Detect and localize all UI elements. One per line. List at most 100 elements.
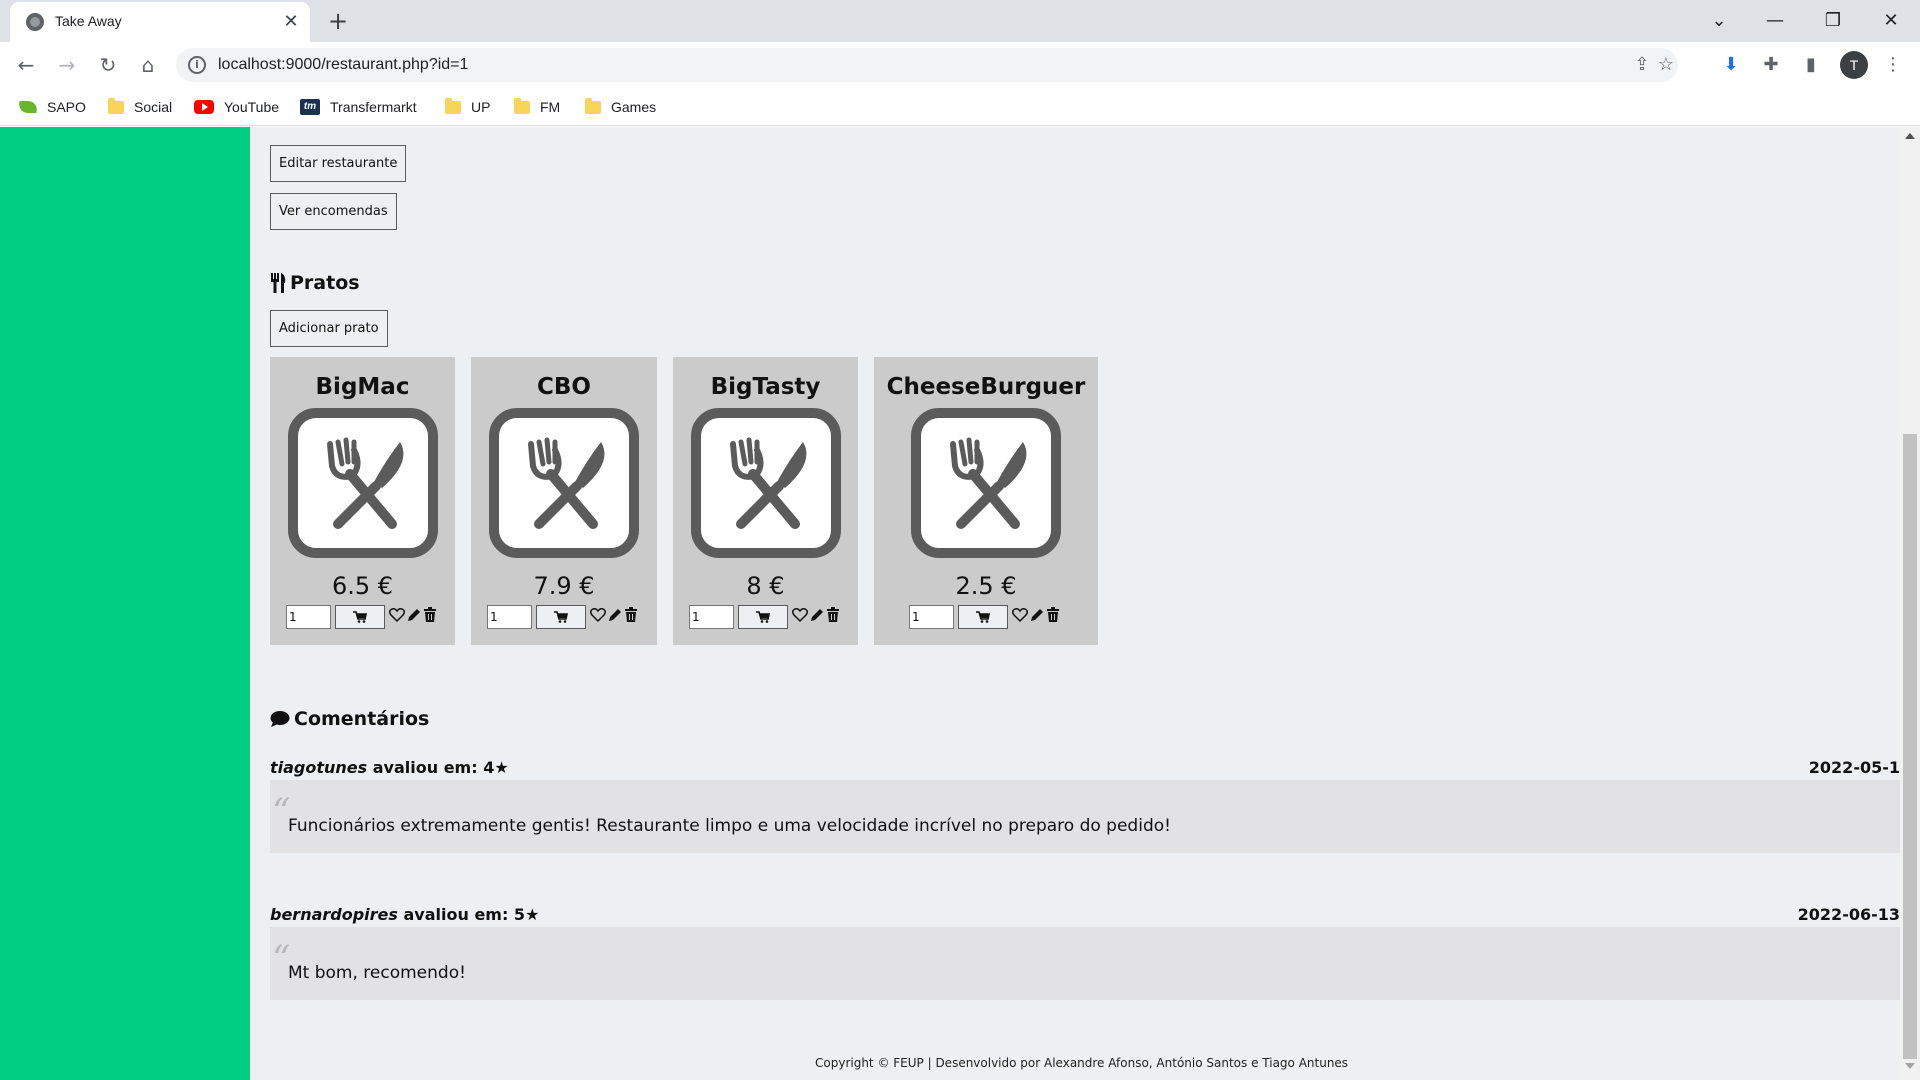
trash-icon[interactable]	[1046, 607, 1063, 625]
page-viewport: Editar restaurante Ver encomendas Pratos…	[0, 127, 1920, 1080]
bookmark-up[interactable]: UP	[445, 96, 490, 118]
comment-rating: avaliou em: 5★	[397, 905, 540, 924]
bookmark-transfermarkt[interactable]: tm Transfermarkt	[300, 96, 417, 118]
comment-header: bernardopires avaliou em: 5★	[270, 905, 539, 924]
tab-take-away[interactable]: Take Away ✕	[10, 2, 310, 42]
minimize-button[interactable]: —	[1752, 4, 1798, 38]
add-to-cart-button[interactable]	[335, 605, 385, 629]
trash-icon[interactable]	[423, 607, 440, 625]
tab-search-button[interactable]: ⌄	[1696, 4, 1742, 38]
reload-button[interactable]: ↻	[92, 49, 124, 81]
close-window-button[interactable]: ✕	[1868, 4, 1914, 38]
profile-avatar[interactable]: T	[1840, 51, 1868, 79]
new-tab-button[interactable]: +	[324, 7, 352, 35]
pencil-icon[interactable]	[1029, 607, 1046, 625]
add-to-cart-button[interactable]	[738, 605, 788, 629]
footer-copyright: Copyright © FEUP | Desenvolvido por Alex…	[815, 1056, 1349, 1070]
tab-strip: Take Away ✕ + ⌄ — ❐ ✕	[0, 0, 1920, 42]
view-orders-button[interactable]: Ver encomendas	[270, 193, 397, 230]
forward-button[interactable]: →	[51, 49, 83, 81]
folder-icon	[108, 97, 124, 114]
pencil-icon[interactable]	[406, 607, 423, 625]
dish-price: 8 €	[746, 572, 785, 600]
bookmark-fm[interactable]: FM	[514, 96, 560, 118]
page-scrollbar[interactable]	[1900, 127, 1920, 1080]
edit-restaurant-button[interactable]: Editar restaurante	[270, 145, 407, 182]
side-panel-icon[interactable]: ▮	[1798, 52, 1824, 78]
bookmark-star-icon[interactable]: ☆	[1654, 54, 1678, 76]
dish-image	[489, 408, 639, 558]
youtube-icon	[194, 100, 214, 114]
add-to-cart-button[interactable]	[958, 605, 1008, 629]
add-dish-button[interactable]: Adicionar prato	[270, 310, 388, 347]
heart-icon[interactable]	[388, 607, 406, 625]
download-extension-icon[interactable]: ⬇	[1718, 52, 1744, 78]
browser-toolbar: ← → ↻ ⌂ i localhost:9000/restaurant.php?…	[0, 42, 1920, 88]
heart-icon[interactable]	[1011, 607, 1029, 625]
heart-icon[interactable]	[791, 607, 809, 625]
extensions-puzzle-icon[interactable]: ✚	[1758, 52, 1784, 78]
quantity-input[interactable]: 1	[286, 605, 331, 629]
pencil-icon[interactable]	[809, 607, 826, 625]
restore-button[interactable]: ❐	[1810, 4, 1856, 38]
url-text[interactable]: localhost:9000/restaurant.php?id=1	[218, 56, 468, 74]
fork-knife-icon	[528, 437, 605, 529]
comment-date: 2022-06-13	[1797, 905, 1900, 924]
tab-title: Take Away	[55, 13, 122, 29]
scroll-down-arrow-icon[interactable]	[1905, 1063, 1915, 1069]
bookmark-social[interactable]: Social	[108, 96, 172, 118]
fork-knife-icon	[327, 437, 404, 529]
folder-icon	[585, 97, 601, 114]
dish-price: 7.9 €	[533, 572, 595, 600]
comments-title: Comentários	[294, 708, 430, 730]
bookmarks-bar: SAPO Social YouTube tm Transfermarkt UP F…	[0, 88, 1920, 126]
address-bar[interactable]: i localhost:9000/restaurant.php?id=1 ⇪ ☆	[176, 48, 1678, 82]
quantity-input[interactable]: 1	[689, 605, 734, 629]
dish-name: BigMac	[315, 374, 410, 400]
scroll-thumb[interactable]	[1903, 434, 1917, 1059]
dish-card: CBO 7.9 €1	[471, 357, 657, 645]
cart-icon	[554, 611, 568, 623]
quantity-input[interactable]: 1	[909, 605, 954, 629]
dish-image	[911, 408, 1061, 558]
close-tab-icon[interactable]: ✕	[280, 11, 302, 33]
dish-name: BigTasty	[710, 374, 821, 400]
back-button[interactable]: ←	[10, 49, 42, 81]
globe-icon	[26, 13, 44, 31]
home-button[interactable]: ⌂	[132, 49, 164, 81]
dish-price: 2.5 €	[955, 572, 1017, 600]
dish-card: BigTasty 8 € 1	[673, 357, 858, 645]
menu-kebab-icon[interactable]: ⋮	[1880, 52, 1906, 78]
comment-user[interactable]: bernardopires	[270, 905, 398, 924]
utensils-icon	[271, 273, 286, 293]
comments-heading: Comentários	[270, 708, 429, 730]
trash-icon[interactable]	[826, 607, 843, 625]
bookmark-games[interactable]: Games	[585, 96, 656, 118]
comment-text: Mt bom, recomendo!	[288, 963, 466, 983]
folder-icon	[514, 97, 530, 114]
share-icon[interactable]: ⇪	[1630, 54, 1654, 76]
fork-knife-icon	[730, 437, 807, 529]
heart-icon[interactable]	[589, 607, 607, 625]
folder-icon	[445, 97, 461, 114]
bookmark-youtube[interactable]: YouTube	[194, 96, 279, 118]
comment-user[interactable]: tiagotunes	[270, 758, 367, 777]
scroll-up-arrow-icon[interactable]	[1905, 133, 1915, 139]
cart-icon	[976, 611, 990, 623]
trash-icon[interactable]	[624, 607, 641, 625]
dish-name: CheeseBurguer	[886, 374, 1086, 400]
dish-name: CBO	[537, 374, 591, 400]
comment-header: tiagotunes avaliou em: 4★	[270, 758, 509, 777]
comment-date: 2022-05-1	[1808, 758, 1900, 777]
dish-image	[691, 408, 841, 558]
dish-card: CheeseBurguer 2.5 €1	[874, 357, 1098, 645]
pencil-icon[interactable]	[607, 607, 624, 625]
site-info-icon[interactable]: i	[188, 56, 206, 74]
quantity-input[interactable]: 1	[487, 605, 532, 629]
dish-card: BigMac 6.5 €1	[270, 357, 455, 645]
bookmark-sapo[interactable]: SAPO	[18, 96, 86, 118]
dish-image	[288, 408, 438, 558]
comment-body: “ Funcionários extremamente gentis! Rest…	[270, 780, 1900, 853]
sidebar	[0, 127, 250, 1080]
add-to-cart-button[interactable]	[536, 605, 586, 629]
